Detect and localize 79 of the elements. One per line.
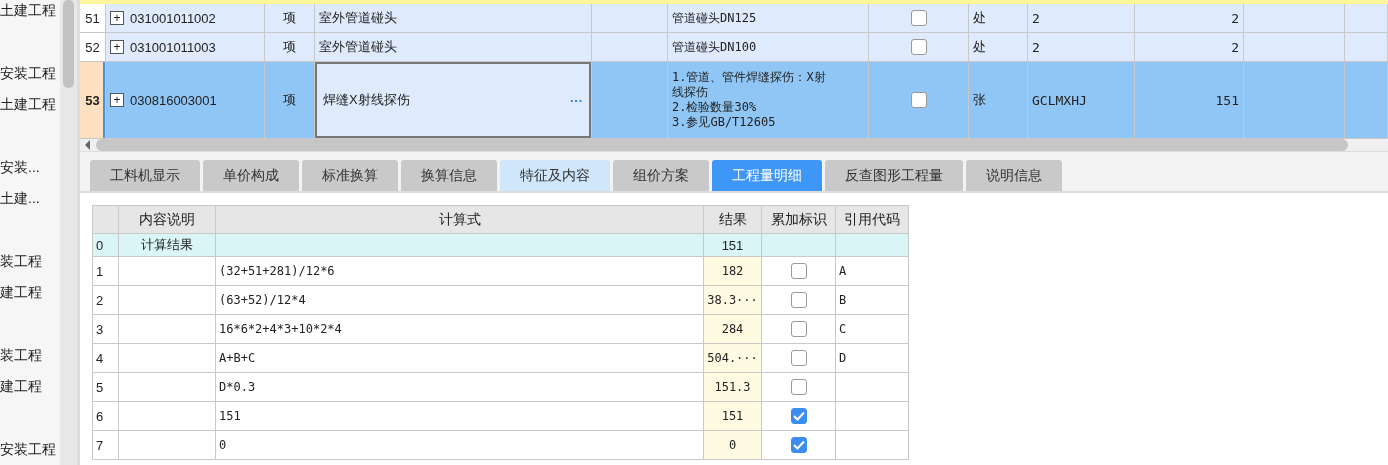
item-features: 1.管道、管件焊缝探伤：X射 线探伤 2.检验数量30% 3.参见GB/T12605 xyxy=(672,70,826,130)
formula-cell: 151 xyxy=(215,401,704,431)
checkbox[interactable] xyxy=(790,350,807,366)
result-cell: 0 xyxy=(703,430,762,460)
column-header: 结果 xyxy=(703,205,762,234)
sidebar-item[interactable]: 土建... xyxy=(0,183,60,214)
tab[interactable]: 说明信息 xyxy=(966,160,1062,191)
row-index: 6 xyxy=(92,401,119,431)
item-features: 管道碰头DN125 xyxy=(672,10,757,26)
checkbox[interactable] xyxy=(790,379,807,395)
item-features: 管道碰头DN100 xyxy=(672,39,757,55)
expand-icon[interactable]: + xyxy=(110,93,124,107)
item-code: 031001011003 xyxy=(130,39,216,55)
result-cell: 38.3··· xyxy=(703,285,762,315)
formula-cell: (63+52)/12*4 xyxy=(215,285,704,315)
checkbox[interactable] xyxy=(790,292,807,308)
row-index: 3 xyxy=(92,314,119,344)
reference-code: B xyxy=(839,293,847,307)
column-header: 计算式 xyxy=(215,205,704,234)
checkbox[interactable] xyxy=(790,321,807,337)
sidebar-item[interactable]: 土建工程 xyxy=(0,0,60,26)
item-code: 030816003001 xyxy=(130,92,217,108)
column-header: 引用代码 xyxy=(835,205,909,234)
tab[interactable]: 工料机显示 xyxy=(90,160,200,191)
reference-code: A xyxy=(839,264,847,278)
sidebar-item[interactable]: 安装工程 xyxy=(0,434,60,465)
result-cell: 504.··· xyxy=(703,343,762,373)
formula-cell: D*0.3 xyxy=(215,372,704,402)
tab[interactable]: 标准换算 xyxy=(302,160,398,191)
sidebar-item[interactable]: 安装工程 xyxy=(0,58,60,89)
result-cell: 182 xyxy=(703,256,762,286)
sidebar-item[interactable]: 装工程 xyxy=(0,340,60,371)
row-index: 1 xyxy=(92,256,119,286)
column-header: 内容说明 xyxy=(118,205,216,234)
row-index: 4 xyxy=(92,343,119,373)
checkbox[interactable] xyxy=(790,437,807,453)
bill-row[interactable]: 52 + 031001011003 项 室外管道碰头 管道碰头DN100 处 2 2 xyxy=(80,33,1388,62)
scroll-left-icon[interactable] xyxy=(84,140,92,150)
row-number: 51 xyxy=(80,4,106,33)
tab[interactable]: 组价方案 xyxy=(613,160,709,191)
formula-cell: 16*6*2+4*3+10*2*4 xyxy=(215,314,704,344)
checkbox[interactable] xyxy=(910,10,927,26)
reference-code: D xyxy=(839,351,847,365)
bill-row[interactable]: 51 + 031001011002 项 室外管道碰头 管道碰头DN125 处 2 2 xyxy=(80,4,1388,33)
result-cell: 151.3 xyxy=(703,372,762,402)
sidebar-item[interactable]: 安装... xyxy=(0,152,60,183)
tab[interactable]: 单价构成 xyxy=(203,160,299,191)
tab[interactable]: 反查图形工程量 xyxy=(825,160,963,191)
formula-cell: (32+51+281)/12*6 xyxy=(215,256,704,286)
row-index: 5 xyxy=(92,372,119,402)
reference-code: C xyxy=(839,322,847,336)
checkbox[interactable] xyxy=(910,92,927,108)
checkbox[interactable] xyxy=(910,39,927,55)
row-number: 52 xyxy=(80,33,106,62)
formula-cell: A+B+C xyxy=(215,343,704,373)
horizontal-scrollbar[interactable] xyxy=(80,139,1388,152)
item-code: 031001011002 xyxy=(130,10,216,26)
row-index: 2 xyxy=(92,285,119,315)
expand-icon[interactable]: + xyxy=(110,40,124,54)
expand-icon[interactable]: + xyxy=(110,11,124,25)
sidebar-item[interactable]: 土建工程 xyxy=(0,89,60,120)
column-header: 累加标识 xyxy=(761,205,836,234)
row-index: 7 xyxy=(92,430,119,460)
sidebar-item[interactable]: 建工程 xyxy=(0,371,60,402)
name-field[interactable]: 焊缝X射线探伤 ··· xyxy=(315,62,591,138)
row-index: 0 xyxy=(92,233,119,257)
checkbox[interactable] xyxy=(790,263,807,279)
formula-cell: 0 xyxy=(215,430,704,460)
tab[interactable]: 换算信息 xyxy=(401,160,497,191)
tab[interactable]: 特征及内容 xyxy=(500,160,610,191)
row-number: 53 xyxy=(80,62,106,139)
sidebar-item[interactable]: 装工程 xyxy=(0,246,60,277)
result-cell: 284 xyxy=(703,314,762,344)
more-button[interactable]: ··· xyxy=(570,92,583,108)
bill-row[interactable]: 53 + 030816003001 项 焊缝X射线探伤 ··· 1.管道、管件焊缝探伤：X射 线探伤 2.检验数量30% 3.参见GB/T12605 张 GCLMXHJ 151 xyxy=(80,62,1388,139)
result-cell: 151 xyxy=(703,401,762,431)
vertical-scrollbar[interactable] xyxy=(60,0,77,465)
sidebar-item[interactable]: 建工程 xyxy=(0,277,60,308)
checkbox[interactable] xyxy=(790,408,807,424)
